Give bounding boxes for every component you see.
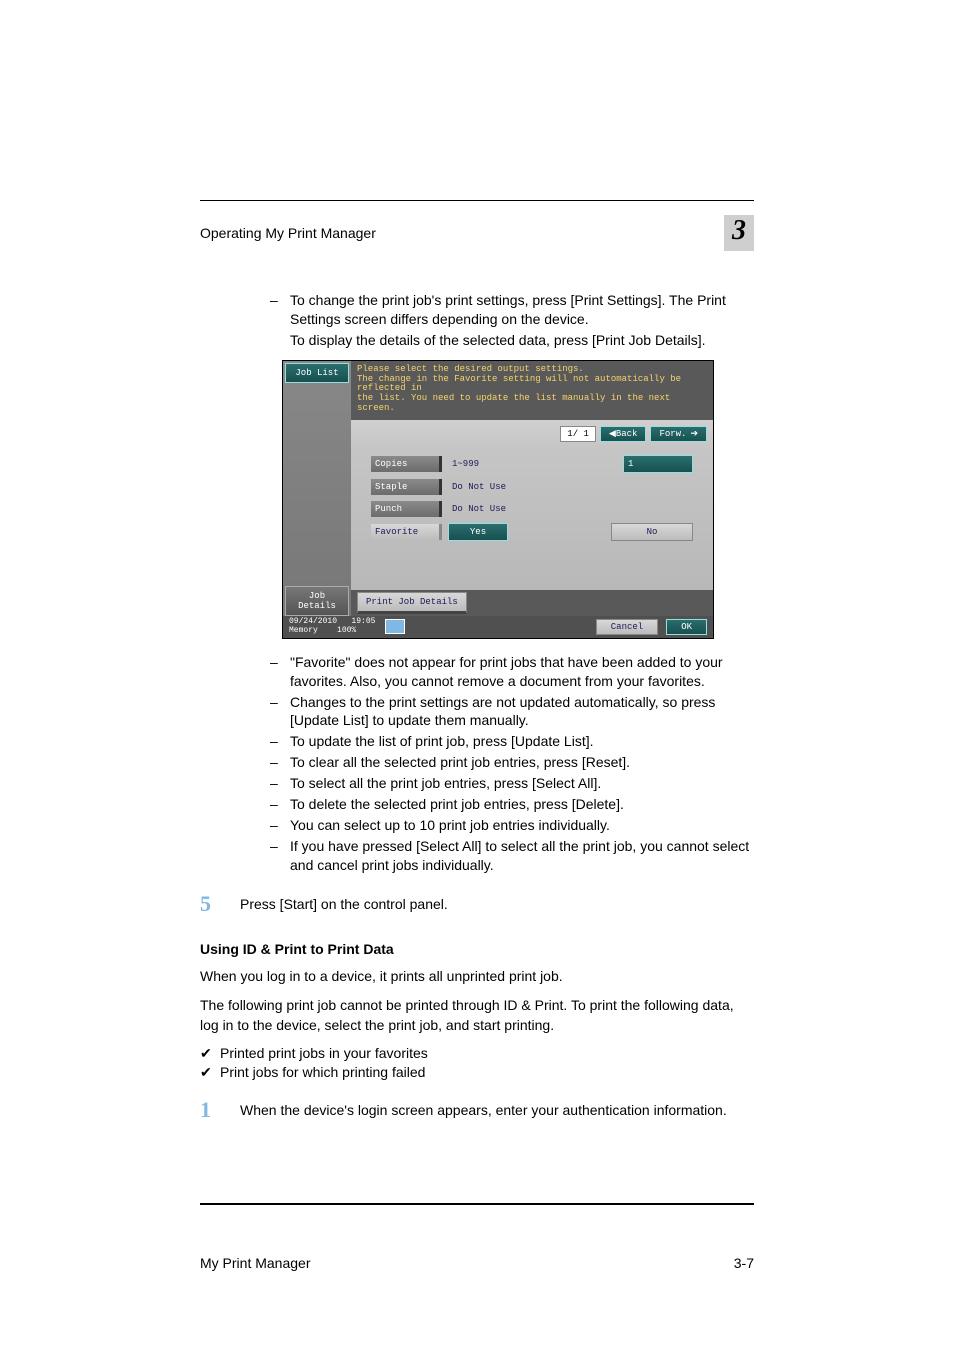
favorite-no[interactable]: No — [611, 523, 693, 541]
row-punch: Punch Do Not Use — [351, 498, 713, 520]
bullet-text: To update the list of print job, press [… — [290, 732, 754, 751]
bullet: –To select all the print job entries, pr… — [270, 774, 754, 793]
step-text: Press [Start] on the control panel. — [240, 891, 754, 917]
bullet-text: "Favorite" does not appear for print job… — [290, 653, 754, 691]
dash-icon: – — [270, 837, 290, 875]
bullet: –To clear all the selected print job ent… — [270, 753, 754, 772]
page-indicator: 1/ 1 — [560, 426, 596, 442]
forward-label: Forw. — [659, 429, 686, 439]
step-number: 1 — [200, 1097, 240, 1123]
bullet-text: To delete the selected print job entries… — [290, 795, 754, 814]
tab-job-details[interactable]: Job Details — [285, 586, 349, 616]
ok-button[interactable]: OK — [666, 619, 707, 635]
dash-icon: – — [270, 816, 290, 835]
bullet-text: Changes to the print settings are not up… — [290, 693, 754, 731]
bullet-text: To clear all the selected print job entr… — [290, 753, 754, 772]
header-rule — [200, 200, 754, 201]
staple-hint: Do Not Use — [448, 482, 506, 492]
msg-line: the list. You need to update the list ma… — [357, 394, 707, 414]
bullet: –If you have pressed [Select All] to sel… — [270, 837, 754, 875]
bullet: –"Favorite" does not appear for print jo… — [270, 653, 754, 691]
intro-bullet-cont: To display the details of the selected d… — [290, 331, 754, 350]
arrow-right-icon: ➔ — [690, 429, 698, 439]
section-paragraph: The following print job cannot be printe… — [200, 996, 754, 1035]
dash-icon: – — [270, 653, 290, 691]
check-icon: ✔ — [200, 1045, 220, 1062]
staple-label: Staple — [371, 479, 442, 495]
bullet-text: You can select up to 10 print job entrie… — [290, 816, 754, 835]
section-paragraph: When you log in to a device, it prints a… — [200, 967, 754, 987]
bullet: –To update the list of print job, press … — [270, 732, 754, 751]
copies-label: Copies — [371, 456, 442, 472]
row-copies: Copies 1~999 1 — [351, 452, 713, 476]
print-job-details-button[interactable]: Print Job Details — [357, 592, 467, 614]
section-heading: Using ID & Print to Print Data — [200, 941, 754, 957]
memory-value: 100% — [337, 626, 356, 635]
tab-job-list[interactable]: Job List — [285, 363, 349, 383]
favorite-label: Favorite — [371, 524, 442, 540]
row-staple: Staple Do Not Use — [351, 476, 713, 498]
step-1b: 1 When the device's login screen appears… — [200, 1097, 754, 1123]
step-text: When the device's login screen appears, … — [240, 1097, 754, 1123]
cancel-button[interactable]: Cancel — [596, 619, 658, 635]
header-title: Operating My Print Manager — [200, 225, 376, 241]
copies-value[interactable]: 1 — [623, 455, 693, 473]
bullet: –You can select up to 10 print job entri… — [270, 816, 754, 835]
forward-button[interactable]: Forw. ➔ — [650, 426, 707, 442]
device-time: 19:05 — [351, 617, 375, 626]
check-icon: ✔ — [200, 1064, 220, 1081]
page-header: Operating My Print Manager 3 — [200, 215, 754, 251]
device-instruction: Please select the desired output setting… — [351, 361, 713, 420]
device-date: 09/24/2010 — [289, 617, 337, 626]
dash-icon: – — [270, 795, 290, 814]
intro-bullet: – To change the print job's print settin… — [270, 291, 754, 329]
chapter-number: 3 — [724, 215, 754, 251]
copies-hint: 1~999 — [448, 459, 479, 469]
favorite-yes[interactable]: Yes — [448, 523, 508, 541]
check-item: ✔Print jobs for which printing failed — [200, 1064, 754, 1081]
msg-line: The change in the Favorite setting will … — [357, 375, 707, 395]
intro-bullet-text: To change the print job's print settings… — [290, 291, 754, 329]
punch-label: Punch — [371, 501, 442, 517]
device-pagebar: 1/ 1 ◀Back Forw. ➔ — [351, 420, 713, 452]
bullet: –Changes to the print settings are not u… — [270, 693, 754, 731]
check-item: ✔Printed print jobs in your favorites — [200, 1045, 754, 1062]
bullet-text: If you have pressed [Select All] to sele… — [290, 837, 754, 875]
back-button[interactable]: ◀Back — [600, 426, 647, 442]
memory-label: Memory — [289, 626, 318, 635]
device-footer: 09/24/2010 19:05 Memory 100% Cancel OK — [283, 616, 713, 638]
device-datetime: 09/24/2010 19:05 Memory 100% — [289, 618, 375, 636]
bullet-text: To select all the print job entries, pre… — [290, 774, 754, 793]
device-sidebar: Job List Job Details — [283, 361, 351, 616]
dash-icon: – — [270, 774, 290, 793]
page-footer: My Print Manager 3-7 — [200, 1245, 754, 1271]
check-text: Print jobs for which printing failed — [220, 1064, 425, 1081]
footer-right: 3-7 — [734, 1255, 754, 1271]
dash-icon: – — [270, 753, 290, 772]
row-favorite: Favorite Yes No — [351, 520, 713, 544]
step-number: 5 — [200, 891, 240, 917]
footer-left: My Print Manager — [200, 1255, 310, 1271]
footer-rule — [200, 1203, 754, 1205]
device-screenshot: Job List Job Details Please select the d… — [282, 360, 714, 639]
cloud-icon — [385, 619, 405, 634]
dash-icon: – — [270, 732, 290, 751]
bullet: –To delete the selected print job entrie… — [270, 795, 754, 814]
check-text: Printed print jobs in your favorites — [220, 1045, 428, 1062]
dash-icon: – — [270, 693, 290, 731]
punch-hint: Do Not Use — [448, 504, 506, 514]
step-5: 5 Press [Start] on the control panel. — [200, 891, 754, 917]
dash-icon: – — [270, 291, 290, 329]
